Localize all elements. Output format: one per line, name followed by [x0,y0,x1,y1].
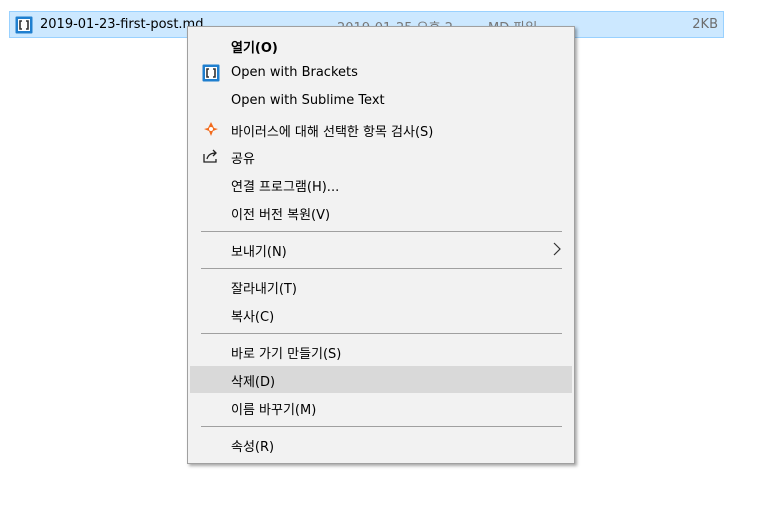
menu-item-label: 공유 [231,152,255,167]
menu-separator [201,333,562,334]
menu-item-scan-virus[interactable]: 바이러스에 대해 선택한 항목 검사(S) [190,116,572,143]
menu-item-label: 보내기(N) [231,245,287,260]
context-menu: 열기(O) Open with Brackets Open with Subli… [187,26,575,464]
menu-item-rename[interactable]: 이름 바꾸기(M) [190,394,572,421]
menu-item-open-with-sublime[interactable]: Open with Sublime Text [190,88,572,115]
file-size: 2KB [692,17,718,32]
menu-item-send-to[interactable]: 보내기(N) [190,236,572,263]
menu-item-label: Open with Brackets [231,65,358,80]
menu-item-label: 복사(C) [231,310,275,325]
menu-separator [201,426,562,427]
menu-item-label: 연결 프로그램(H)... [231,180,340,195]
menu-separator [201,268,562,269]
menu-item-share[interactable]: 공유 [190,143,572,170]
menu-item-open-with[interactable]: 연결 프로그램(H)... [190,171,572,198]
menu-item-label: 이름 바꾸기(M) [231,403,317,418]
menu-item-properties[interactable]: 속성(R) [190,431,572,458]
menu-item-create-shortcut[interactable]: 바로 가기 만들기(S) [190,338,572,365]
menu-item-open-with-brackets[interactable]: Open with Brackets [190,60,572,87]
menu-item-cut[interactable]: 잘라내기(T) [190,273,572,300]
menu-item-copy[interactable]: 복사(C) [190,301,572,328]
menu-item-label: Open with Sublime Text [231,93,385,108]
menu-item-label: 잘라내기(T) [231,282,297,297]
file-name: 2019-01-23-first-post.md [40,17,204,32]
menu-item-label: 속성(R) [231,440,275,455]
brackets-file-icon [15,16,33,34]
share-icon [203,149,217,163]
avast-icon [204,122,218,136]
menu-item-restore-previous-versions[interactable]: 이전 버전 복원(V) [190,199,572,226]
menu-separator [201,231,562,232]
chevron-right-icon [553,242,561,256]
brackets-icon [202,64,220,82]
menu-item-label: 바로 가기 만들기(S) [231,347,342,362]
menu-item-label: 이전 버전 복원(V) [231,208,331,223]
menu-item-label: 열기(O) [231,41,278,56]
menu-item-label: 바이러스에 대해 선택한 항목 검사(S) [231,125,434,140]
menu-item-label: 삭제(D) [231,375,276,390]
menu-item-delete[interactable]: 삭제(D) [190,366,572,393]
menu-item-open[interactable]: 열기(O) [190,32,572,59]
